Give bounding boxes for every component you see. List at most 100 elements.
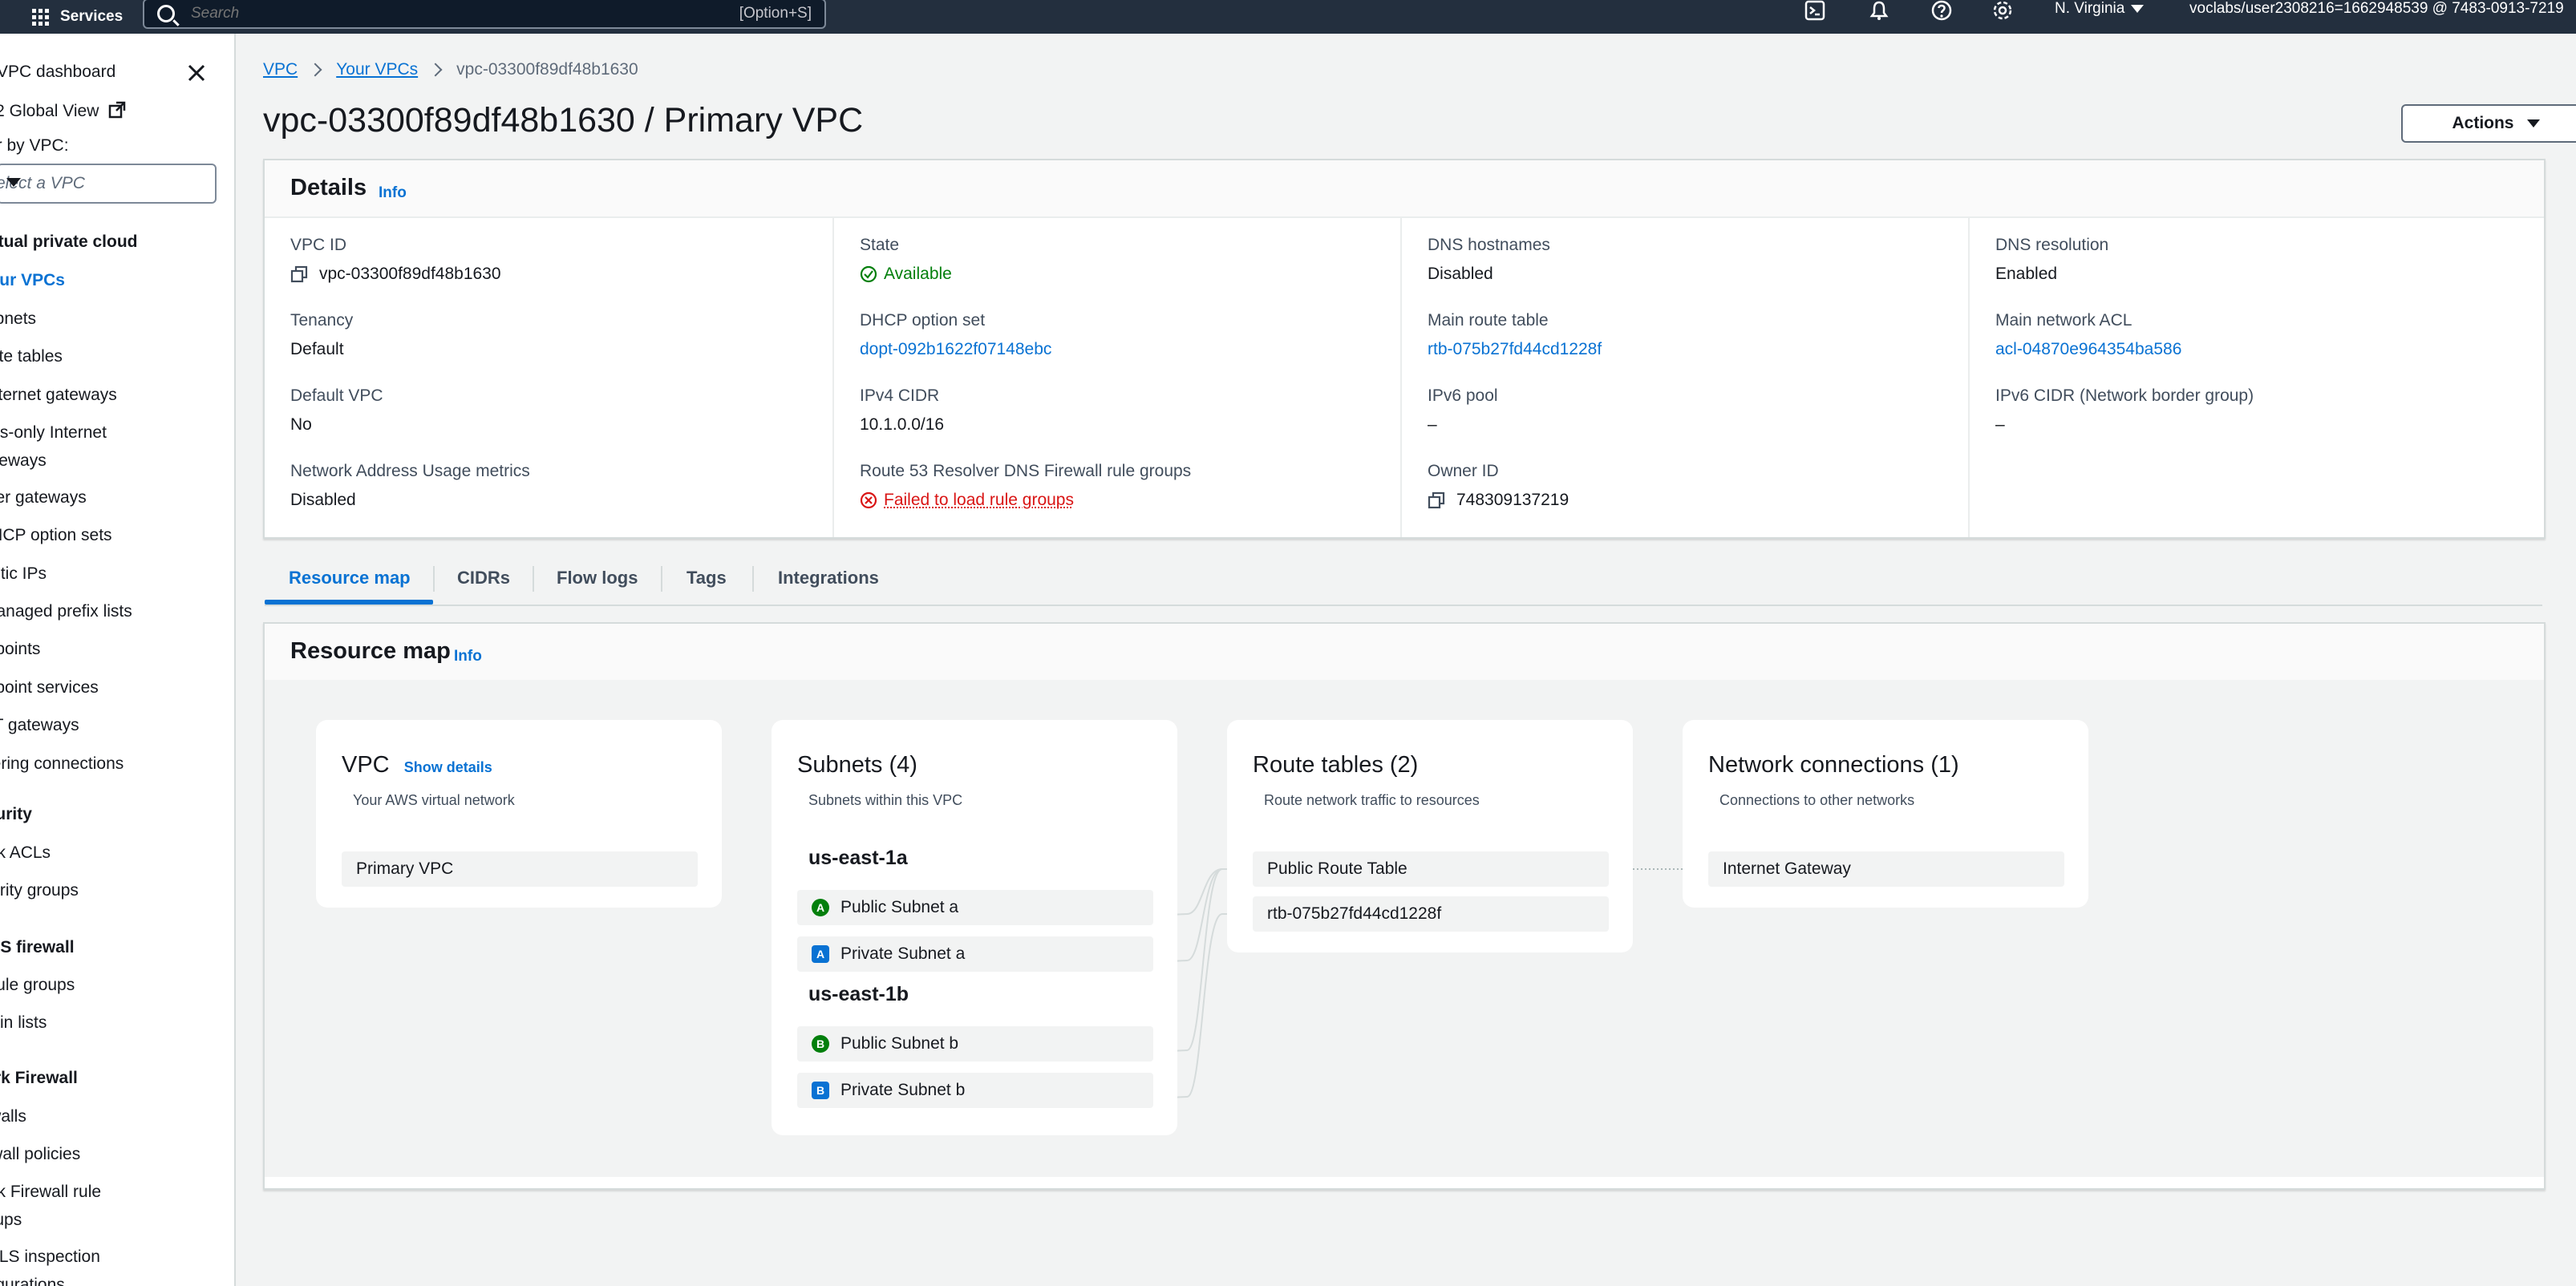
field-dns-resolution: DNS resolution Enabled <box>1995 236 2108 284</box>
resource-map-panel: Resource map Info VPC Show details Your … <box>263 622 2546 1190</box>
filter-vpc-select[interactable]: Select a VPC <box>0 164 217 204</box>
sidebar-item-domain-lists[interactable]: Domain lists <box>0 1013 47 1033</box>
settings-gear-icon[interactable] <box>1992 0 2013 21</box>
subnet-item[interactable]: B Private Subnet b <box>797 1073 1153 1108</box>
sidebar-item-internet-gateways[interactable]: Internet gateways <box>0 386 117 405</box>
route53-error-value: Failed to load rule groups <box>884 491 1074 509</box>
route-table-label: rtb-075b27fd44cd1228f <box>1267 904 1442 923</box>
field-main-acl: Main network ACL acl-04870e964354ba586 <box>1995 311 2181 359</box>
sidebar-item-nat-gateways[interactable]: NAT gateways <box>0 716 79 735</box>
sidebar-item-egress-only[interactable]: Egress-only Internet <box>0 423 107 443</box>
dhcp-link[interactable]: dopt-092b1622f07148ebc <box>860 340 1051 359</box>
sidebar-item-vpc-dashboard[interactable]: VPC dashboard <box>0 63 115 82</box>
tab-integrations[interactable]: Integrations <box>778 568 879 588</box>
sidebar-item-endpoint-services[interactable]: Endpoint services <box>0 678 99 698</box>
sidebar-item-dhcp-option-sets[interactable]: DHCP option sets <box>0 526 112 545</box>
field-value: 748309137219 <box>1428 491 1569 510</box>
subnet-item[interactable]: A Public Subnet a <box>797 890 1153 925</box>
resource-map-canvas: VPC Show details Your AWS virtual networ… <box>265 680 2544 1177</box>
field-vpc-id: VPC ID vpc-03300f89df48b1630 <box>290 236 501 284</box>
services-menu[interactable]: Services <box>32 8 123 26</box>
vpc-id-value: vpc-03300f89df48b1630 <box>319 265 501 283</box>
route-tables-card-title: Route tables (2) <box>1253 752 1419 778</box>
main-route-table-link[interactable]: rtb-075b27fd44cd1228f <box>1428 340 1602 359</box>
chevron-right-icon <box>428 63 443 77</box>
subnet-label: Public Subnet b <box>840 1034 959 1053</box>
help-icon[interactable] <box>1931 0 1952 21</box>
subnets-card: Subnets (4) Subnets within this VPC us-e… <box>772 720 1177 1135</box>
field-state: State Available <box>860 236 952 284</box>
resource-map-title: Resource map <box>290 638 451 664</box>
search-bar[interactable]: [Option+S] <box>143 0 826 29</box>
network-connection-item[interactable]: Internet Gateway <box>1708 851 2064 887</box>
subnet-item[interactable]: A Private Subnet a <box>797 936 1153 972</box>
field-value[interactable]: Failed to load rule groups <box>860 491 1191 510</box>
subnets-card-subtitle: Subnets within this VPC <box>808 792 963 808</box>
sidebar-item-label: EC2 Global View <box>0 102 99 120</box>
sidebar-item-tls-inspection[interactable]: TLS inspection <box>0 1248 100 1267</box>
chevron-down-icon <box>2131 5 2145 13</box>
chevron-down-icon <box>6 178 21 187</box>
sidebar-item-security-groups[interactable]: Security groups <box>0 881 79 900</box>
details-info-link[interactable]: Info <box>379 184 407 202</box>
account-menu[interactable]: voclabs/user2308216=1662948539 @ 7483-09… <box>2189 0 2564 18</box>
sidebar-item-subnets[interactable]: Subnets <box>0 309 36 329</box>
sidebar-item-firewalls[interactable]: Firewalls <box>0 1107 26 1126</box>
cloudshell-icon[interactable] <box>1804 0 1825 21</box>
route-table-item[interactable]: rtb-075b27fd44cd1228f <box>1253 896 1609 932</box>
sidebar-item-your-vpcs[interactable]: Your VPCs <box>0 271 65 290</box>
sidebar-item-firewall-policies[interactable]: Firewall policies <box>0 1145 80 1164</box>
field-label: DNS resolution <box>1995 236 2109 254</box>
resource-map-info-link[interactable]: Info <box>454 648 482 665</box>
network-connections-card: Network connections (1) Connections to o… <box>1683 720 2088 908</box>
sidebar-item-nf-rule-groups-cont[interactable]: groups <box>0 1211 22 1230</box>
field-owner-id: Owner ID 748309137219 <box>1428 462 1569 510</box>
details-column-3: DNS hostnames Disabled Main route table … <box>1400 216 1970 537</box>
sidebar-item-peering[interactable]: Peering connections <box>0 754 124 774</box>
main-acl-link[interactable]: acl-04870e964354ba586 <box>1995 340 2181 359</box>
close-icon[interactable] <box>186 63 207 83</box>
breadcrumb-current: vpc-03300f89df48b1630 <box>456 60 638 79</box>
copy-icon[interactable] <box>290 265 308 283</box>
sidebar-item-tls-inspection-cont[interactable]: configurations <box>0 1276 65 1286</box>
vpc-item[interactable]: Primary VPC <box>342 851 698 887</box>
field-value: No <box>290 415 312 434</box>
sidebar-item-route-tables[interactable]: Route tables <box>0 347 63 366</box>
sidebar: VPC dashboard EC2 Global View Filter by … <box>0 34 236 1286</box>
field-value: Disabled <box>1428 265 1493 283</box>
field-value: vpc-03300f89df48b1630 <box>290 265 501 284</box>
region-selector[interactable]: N. Virginia <box>2055 0 2145 18</box>
external-link-icon <box>108 101 126 119</box>
sidebar-item-elastic-ips[interactable]: Elastic IPs <box>0 564 47 584</box>
sidebar-item-global-view[interactable]: EC2 Global View <box>0 101 126 121</box>
sidebar-item-carrier-gateways[interactable]: Carrier gateways <box>0 488 87 508</box>
public-subnet-icon: B <box>812 1035 829 1053</box>
tab-flow-logs[interactable]: Flow logs <box>557 568 638 588</box>
sidebar-item-network-acls[interactable]: Network ACLs <box>0 843 51 863</box>
services-label: Services <box>60 8 124 25</box>
sidebar-item-endpoints[interactable]: Endpoints <box>0 640 40 659</box>
show-details-link[interactable]: Show details <box>404 759 492 775</box>
subnet-item[interactable]: B Public Subnet b <box>797 1026 1153 1062</box>
field-dhcp: DHCP option set dopt-092b1622f07148ebc <box>860 311 1051 359</box>
tab-cidrs[interactable]: CIDRs <box>457 568 510 588</box>
sidebar-item-prefix-lists[interactable]: Managed prefix lists <box>0 602 132 621</box>
route-table-item[interactable]: Public Route Table <box>1253 851 1609 887</box>
availability-zone-label: us-east-1a <box>808 847 908 869</box>
breadcrumb-vpc[interactable]: VPC <box>263 60 298 79</box>
sidebar-item-egress-only-cont[interactable]: gateways <box>0 451 47 471</box>
field-label: Main route table <box>1428 311 1549 330</box>
notifications-icon[interactable] <box>1869 0 1889 21</box>
tab-tags[interactable]: Tags <box>687 568 727 588</box>
breadcrumb-your-vpcs[interactable]: Your VPCs <box>336 60 418 79</box>
tab-divider <box>661 566 662 592</box>
field-label: VPC ID <box>290 236 347 254</box>
sidebar-item-rule-groups[interactable]: Rule groups <box>0 976 75 995</box>
copy-icon[interactable] <box>1428 491 1445 509</box>
success-check-icon <box>860 265 877 283</box>
tab-resource-map[interactable]: Resource map <box>289 568 411 588</box>
sidebar-item-nf-rule-groups[interactable]: Network Firewall rule <box>0 1183 101 1202</box>
public-subnet-icon: A <box>812 899 829 916</box>
actions-button[interactable]: Actions <box>2401 104 2576 143</box>
search-input[interactable] <box>189 4 674 23</box>
